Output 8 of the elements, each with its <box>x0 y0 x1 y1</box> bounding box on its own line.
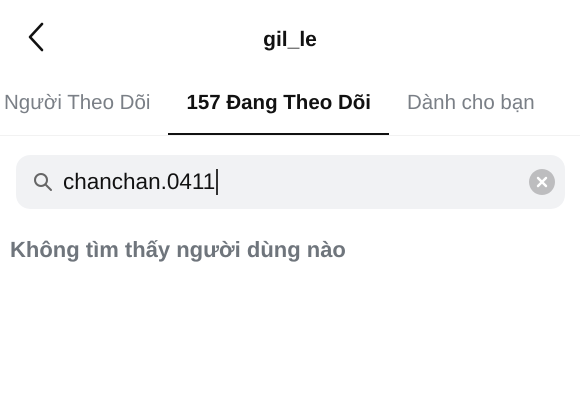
profile-username: gil_le <box>263 28 317 52</box>
tab[interactable]: Dành cho bạn <box>388 80 553 135</box>
back-icon[interactable] <box>28 22 44 52</box>
empty-result-message: Không tìm thấy người dùng nào <box>10 237 347 263</box>
search-field[interactable]: chanchan.0411 <box>16 155 565 209</box>
tab[interactable]: Người Theo Dõi <box>0 80 168 135</box>
search-icon <box>33 172 53 192</box>
tab[interactable]: 157 Đang Theo Dõi <box>168 80 389 135</box>
